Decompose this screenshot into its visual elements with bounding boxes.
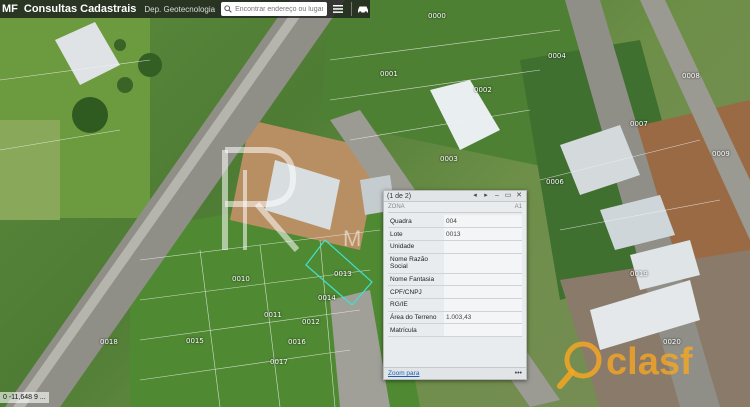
minimize-button[interactable]: – [493,192,501,200]
popup-header: (1 de 2) ◂ ▸ – ▭ ✕ [384,191,526,202]
lot-label: 0014 [318,294,336,302]
field-value [444,240,522,254]
menu-button[interactable] [331,2,345,16]
lot-label: 0009 [712,150,730,158]
lot-label: 0004 [548,52,566,60]
table-row: RG/IE [388,298,522,312]
table-row: Área do Terreno 1.003,43 [388,311,522,325]
popup-footer: Zoom para ••• [384,367,526,379]
app-logo: MF [2,3,18,15]
field-label: Lote [388,227,444,241]
car-icon [357,6,368,14]
top-toolbar: MF Consultas Cadastrais Dep. Geotecnolog… [0,0,370,18]
subhead-label: ZONA [388,204,405,210]
app-title: Consultas Cadastrais [23,3,137,15]
table-row: Matrícula [388,323,522,337]
lot-label: 0011 [264,311,282,319]
subhead-value: A1 [514,204,522,210]
lot-label: 0002 [474,86,492,94]
table-row: Unidade [388,240,522,254]
field-value: 0013 [444,227,522,241]
coordinates-readout: 0 -11,648 9 ... [0,392,49,403]
table-row: Quadra 004 [388,215,522,229]
field-value: 004 [444,215,522,229]
lot-label: 0017 [270,358,288,366]
popup-subheader: ZONA A1 [388,204,522,213]
lot-label: 0015 [186,337,204,345]
field-value [444,323,522,337]
field-label: Quadra [388,215,444,229]
previous-feature-button[interactable]: ◂ [471,192,479,200]
lot-label: 0003 [440,155,458,163]
table-row: Nome Fantasia [388,273,522,287]
field-label: CPF/CNPJ [388,285,444,299]
lot-label: 0006 [546,178,564,186]
table-row: Nome Razão Social [388,253,522,274]
aerial-map[interactable]: 0000 0001 0002 0003 0004 0006 0007 0008 … [0,0,750,407]
field-label: Nome Fantasia [388,273,444,287]
maximize-button[interactable]: ▭ [504,192,512,200]
field-value [444,285,522,299]
lot-label: 0018 [100,338,118,346]
lot-label: 0001 [380,70,398,78]
toolbar-divider [351,2,352,16]
lot-label: 0012 [302,318,320,326]
field-label: Área do Terreno [388,311,444,325]
lot-label: 0019 [630,270,648,278]
popup-title: (1 de 2) [387,192,412,200]
more-options-button[interactable]: ••• [515,370,522,377]
field-value [444,273,522,287]
search-input[interactable] [221,2,327,16]
menu-icon [332,5,343,13]
table-row: CPF/CNPJ [388,285,522,299]
lot-label: 0016 [288,338,306,346]
field-value: 1.003,43 [444,311,522,325]
field-value [444,298,522,312]
lot-label: 0007 [630,120,648,128]
search-box[interactable] [221,2,327,16]
field-label: RG/IE [388,298,444,312]
table-row: Lote 0013 [388,227,522,241]
department-label: Dep. Geotecnologia [144,4,216,14]
next-feature-button[interactable]: ▸ [482,192,490,200]
zoom-to-link[interactable]: Zoom para [388,370,419,377]
lot-label: 0013 [334,270,352,278]
search-icon[interactable] [224,5,232,13]
close-button[interactable]: ✕ [515,192,523,200]
field-value [444,253,522,274]
lot-label: 0000 [428,12,446,20]
lot-label: 0008 [682,72,700,80]
lot-label: 0020 [663,338,681,346]
field-label: Nome Razão Social [388,253,444,274]
popup-body: ZONA A1 Quadra 004 Lote 0013 Unidade Nome … [384,202,526,337]
parcel-info-popup: (1 de 2) ◂ ▸ – ▭ ✕ ZONA A1 Quadra 004 Lot… [383,190,527,380]
routing-button[interactable] [356,2,370,16]
attribute-table: Quadra 004 Lote 0013 Unidade Nome Razão So… [388,215,522,337]
field-label: Unidade [388,240,444,254]
lot-label: 0010 [232,275,250,283]
field-label: Matrícula [388,323,444,337]
